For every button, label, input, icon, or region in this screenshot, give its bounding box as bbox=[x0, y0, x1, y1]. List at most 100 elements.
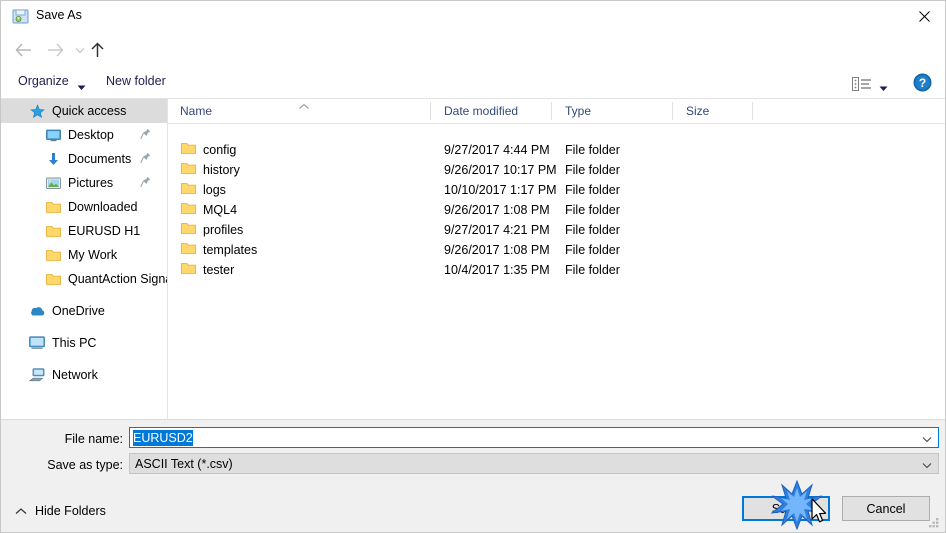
sidebar-item-network[interactable]: Network bbox=[1, 363, 167, 387]
sidebar-item-documents[interactable]: Documents bbox=[1, 147, 167, 171]
sidebar-item-label: Documents bbox=[68, 152, 132, 166]
desktop-icon bbox=[45, 127, 61, 143]
save-as-dialog: Save As Organize New folder ? Quick acce… bbox=[0, 0, 946, 533]
table-row[interactable]: config 9/27/2017 4:44 PM File folder bbox=[168, 140, 945, 160]
folder-icon bbox=[181, 242, 196, 258]
sidebar-item-label: OneDrive bbox=[52, 304, 105, 318]
sidebar-item-label: Network bbox=[52, 368, 98, 382]
sidebar-item-onedrive[interactable]: OneDrive bbox=[1, 299, 167, 323]
column-header-date-modified[interactable]: Date modified bbox=[444, 104, 518, 118]
column-divider[interactable] bbox=[430, 102, 431, 120]
sidebar-item-label: My Work bbox=[68, 248, 118, 262]
folder-icon bbox=[45, 199, 61, 215]
sidebar-item-eurusd-h1[interactable]: EURUSD H1 bbox=[1, 219, 167, 243]
folder-icon bbox=[45, 223, 61, 239]
sidebar-item-my-work[interactable]: My Work bbox=[1, 243, 167, 267]
file-name: logs bbox=[203, 183, 226, 197]
file-name-input[interactable]: EURUSD2 bbox=[129, 427, 939, 448]
file-date: 9/26/2017 1:08 PM bbox=[444, 203, 550, 217]
folder-icon bbox=[45, 247, 61, 263]
documents-download-icon bbox=[45, 151, 61, 167]
save-as-type-value: ASCII Text (*.csv) bbox=[135, 456, 233, 471]
hide-folders-label: Hide Folders bbox=[35, 504, 106, 518]
chevron-down-icon[interactable] bbox=[922, 432, 932, 446]
file-name: tester bbox=[203, 263, 235, 277]
table-row[interactable]: logs 10/10/2017 1:17 PM File folder bbox=[168, 180, 945, 200]
navigation-sidebar: Quick access Desktop Documents Pictures … bbox=[1, 99, 167, 419]
sidebar-item-label: EURUSD H1 bbox=[68, 224, 141, 238]
file-type: File folder bbox=[565, 223, 620, 237]
view-dropdown-icon[interactable] bbox=[879, 81, 888, 95]
resize-grip[interactable] bbox=[927, 515, 941, 529]
pin-icon[interactable] bbox=[140, 152, 151, 167]
file-date: 9/26/2017 1:08 PM bbox=[444, 243, 550, 257]
cancel-button[interactable]: Cancel bbox=[842, 496, 930, 521]
up-arrow-icon bbox=[90, 42, 104, 57]
file-type: File folder bbox=[565, 243, 620, 257]
back-button[interactable] bbox=[11, 38, 35, 62]
table-row[interactable]: tester 10/4/2017 1:35 PM File folder bbox=[168, 260, 945, 280]
sidebar-item-quick-access[interactable]: Quick access bbox=[1, 99, 167, 123]
file-date: 9/26/2017 10:17 PM bbox=[444, 163, 557, 177]
organize-button[interactable]: Organize bbox=[18, 74, 69, 88]
close-icon bbox=[918, 10, 930, 22]
hide-folders-button[interactable]: Hide Folders bbox=[15, 504, 106, 518]
chevron-down-icon[interactable] bbox=[77, 80, 86, 94]
table-row[interactable]: templates 9/26/2017 1:08 PM File folder bbox=[168, 240, 945, 260]
column-header-size[interactable]: Size bbox=[686, 104, 709, 118]
table-row[interactable]: history 9/26/2017 10:17 PM File folder bbox=[168, 160, 945, 180]
window-title: Save As bbox=[36, 8, 82, 22]
folder-icon bbox=[181, 142, 196, 158]
folder-icon bbox=[181, 262, 196, 278]
file-type: File folder bbox=[565, 143, 620, 157]
column-header-type[interactable]: Type bbox=[565, 104, 591, 118]
title-bar: Save As bbox=[1, 1, 945, 32]
pictures-icon bbox=[45, 175, 61, 191]
back-arrow-icon bbox=[15, 43, 31, 57]
sidebar-item-label: Pictures bbox=[68, 176, 114, 190]
file-type: File folder bbox=[565, 163, 620, 177]
file-date: 9/27/2017 4:44 PM bbox=[444, 143, 550, 157]
sidebar-item-quantaction-signal[interactable]: QuantAction Signal bbox=[1, 267, 167, 291]
pin-icon[interactable] bbox=[140, 128, 151, 143]
svg-text:?: ? bbox=[919, 76, 926, 90]
forward-arrow-icon bbox=[47, 43, 63, 57]
list-top-spacer bbox=[168, 124, 945, 140]
file-name-value: EURUSD2 bbox=[133, 429, 193, 446]
sort-ascending-icon bbox=[298, 99, 310, 113]
chevron-down-icon bbox=[75, 47, 85, 53]
table-row[interactable]: MQL4 9/26/2017 1:08 PM File folder bbox=[168, 200, 945, 220]
table-row[interactable]: profiles 9/27/2017 4:21 PM File folder bbox=[168, 220, 945, 240]
column-header-name[interactable]: Name bbox=[180, 104, 212, 118]
column-divider[interactable] bbox=[672, 102, 673, 120]
sidebar-item-downloaded[interactable]: Downloaded bbox=[1, 195, 167, 219]
view-options-icon[interactable] bbox=[852, 77, 872, 94]
sidebar-item-label: Desktop bbox=[68, 128, 114, 142]
forward-button[interactable] bbox=[43, 38, 67, 62]
chevron-down-icon[interactable] bbox=[922, 458, 932, 472]
sidebar-item-label: QuantAction Signal bbox=[68, 272, 167, 286]
column-divider[interactable] bbox=[752, 102, 753, 120]
sidebar-item-pictures[interactable]: Pictures bbox=[1, 171, 167, 195]
help-button[interactable]: ? bbox=[913, 73, 932, 92]
file-type: File folder bbox=[565, 203, 620, 217]
quick-access-star-icon bbox=[29, 103, 45, 119]
folder-icon bbox=[181, 182, 196, 198]
folder-icon bbox=[45, 271, 61, 287]
column-divider[interactable] bbox=[551, 102, 552, 120]
save-as-type-select[interactable]: ASCII Text (*.csv) bbox=[129, 453, 939, 474]
pin-icon[interactable] bbox=[140, 176, 151, 191]
folder-icon bbox=[181, 162, 196, 178]
sidebar-item-desktop[interactable]: Desktop bbox=[1, 123, 167, 147]
new-folder-button[interactable]: New folder bbox=[106, 74, 166, 88]
close-button[interactable] bbox=[901, 1, 945, 31]
file-name: MQL4 bbox=[203, 203, 238, 217]
network-icon bbox=[29, 367, 45, 383]
file-name: templates bbox=[203, 243, 258, 257]
save-button[interactable]: Save bbox=[742, 496, 830, 521]
command-toolbar: Organize New folder bbox=[1, 67, 945, 99]
folder-icon bbox=[181, 222, 196, 238]
sidebar-item-this-pc[interactable]: This PC bbox=[1, 331, 167, 355]
up-button[interactable] bbox=[85, 38, 109, 62]
